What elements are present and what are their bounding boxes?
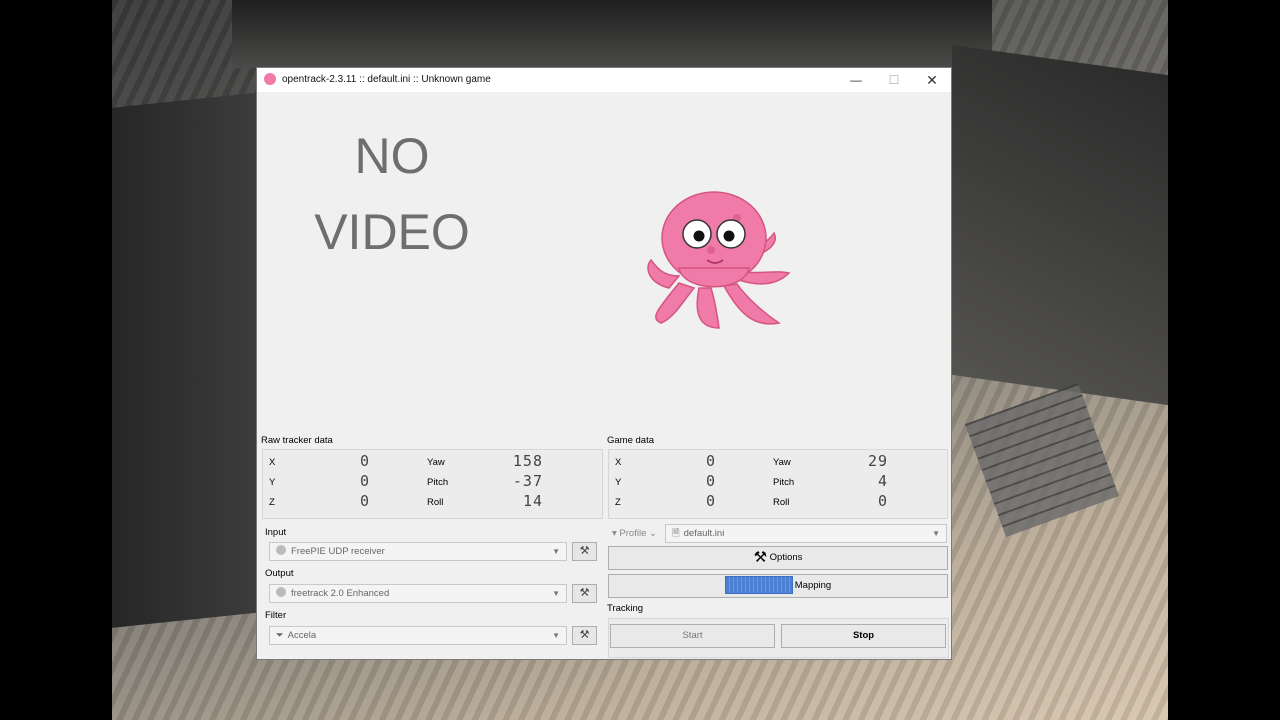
close-button[interactable]: ✕ — [913, 68, 951, 92]
opentrack-app-icon — [264, 73, 276, 85]
filter-select-value: Accela — [287, 630, 317, 641]
background-ship-left — [112, 92, 262, 628]
freetrack-icon — [276, 587, 286, 597]
chevron-down-icon: ▼ — [552, 631, 560, 640]
game-x-value: 0 — [705, 452, 716, 470]
hammer-icon: ⚒ — [579, 587, 590, 599]
filter-select[interactable]: ⏷ Accela ▼ — [269, 626, 567, 645]
game-data-label: Game data — [607, 435, 654, 446]
chevron-down-icon: ▼ — [552, 589, 560, 598]
raw-roll-label: Roll — [427, 497, 444, 508]
raw-tracker-data-panel: X 0 Y 0 Z 0 Yaw 158 Pitch -37 Roll 14 — [262, 449, 603, 519]
mapping-button[interactable]: Mapping — [608, 574, 948, 598]
raw-z-label: Z — [269, 497, 275, 508]
profile-select-value: default.ini — [683, 528, 725, 539]
document-icon: 🗎 — [672, 528, 680, 539]
game-y-label: Y — [615, 477, 622, 488]
game-yaw-label: Yaw — [773, 457, 791, 468]
start-button[interactable]: Start — [610, 624, 775, 648]
raw-yaw-label: Yaw — [427, 457, 445, 468]
raw-tracker-data-label: Raw tracker data — [261, 435, 333, 446]
game-data-panel: X 0 Y 0 Z 0 Yaw 29 Pitch 4 Roll 0 — [608, 449, 948, 519]
profile-label: Profile — [619, 528, 647, 539]
input-select-value: FreePIE UDP receiver — [291, 546, 385, 557]
tools-icon: ⚒ — [753, 549, 768, 566]
game-y-value: 0 — [705, 472, 716, 490]
game-pitch-label: Pitch — [773, 477, 795, 488]
curve-graph-icon — [724, 576, 793, 595]
title-bar[interactable]: opentrack-2.3.11 :: default.ini :: Unkno… — [257, 68, 951, 92]
profile-select[interactable]: 🗎 default.ini ▼ — [665, 524, 947, 543]
stop-button[interactable]: Stop — [781, 624, 946, 648]
raw-y-value: 0 — [359, 472, 370, 490]
input-settings-button[interactable]: ⚒ — [572, 542, 597, 561]
video-placeholder: NO VIDEO — [297, 118, 487, 270]
game-x-label: X — [615, 457, 622, 468]
opentrack-window: opentrack-2.3.11 :: default.ini :: Unkno… — [256, 67, 952, 660]
background-ship-top — [232, 0, 992, 68]
octopus-mascot-icon — [647, 191, 791, 329]
hammer-icon: ⚒ — [579, 629, 590, 641]
output-settings-button[interactable]: ⚒ — [572, 584, 597, 603]
output-select-value: freetrack 2.0 Enhanced — [291, 588, 390, 599]
filter-funnel-icon: ⏷ — [276, 630, 284, 641]
game-roll-value: 0 — [877, 492, 888, 510]
game-yaw-value: 29 — [867, 452, 888, 470]
game-pitch-value: 4 — [877, 472, 888, 490]
minimize-button[interactable]: — — [837, 68, 875, 92]
input-select[interactable]: FreePIE UDP receiver ▼ — [269, 542, 567, 561]
freepie-icon — [276, 545, 286, 555]
background-ship-right — [952, 44, 1168, 406]
filter-settings-button[interactable]: ⚒ — [572, 626, 597, 645]
background-cubes — [965, 383, 1119, 537]
no-video-line1: NO — [354, 128, 430, 184]
mapping-button-label: Mapping — [794, 580, 832, 591]
filter-label: Filter — [265, 610, 287, 621]
window-title: opentrack-2.3.11 :: default.ini :: Unkno… — [282, 74, 491, 85]
tracking-panel: Start Stop — [608, 618, 949, 658]
raw-pitch-label: Pitch — [427, 477, 449, 488]
profile-menu-button[interactable]: ▾ Profile ⌄ — [612, 528, 657, 539]
output-select[interactable]: freetrack 2.0 Enhanced ▼ — [269, 584, 567, 603]
raw-roll-value: 14 — [522, 492, 543, 510]
raw-x-value: 0 — [359, 452, 370, 470]
raw-yaw-value: 158 — [512, 452, 543, 470]
maximize-button[interactable]: ☐ — [875, 68, 913, 92]
raw-pitch-value: -37 — [512, 472, 543, 490]
raw-y-label: Y — [269, 477, 276, 488]
tracking-label: Tracking — [607, 603, 644, 614]
raw-z-value: 0 — [359, 492, 370, 510]
game-roll-label: Roll — [773, 497, 790, 508]
input-label: Input — [265, 527, 287, 538]
chevron-down-icon: ▼ — [552, 547, 560, 556]
game-z-value: 0 — [705, 492, 716, 510]
game-z-label: Z — [615, 497, 621, 508]
hammer-icon: ⚒ — [579, 545, 590, 557]
chevron-down-icon: ▼ — [932, 529, 940, 538]
options-button[interactable]: ⚒ Options — [608, 546, 948, 570]
no-video-line2: VIDEO — [314, 204, 470, 260]
raw-x-label: X — [269, 457, 276, 468]
output-label: Output — [265, 568, 294, 579]
options-button-label: Options — [769, 552, 803, 563]
